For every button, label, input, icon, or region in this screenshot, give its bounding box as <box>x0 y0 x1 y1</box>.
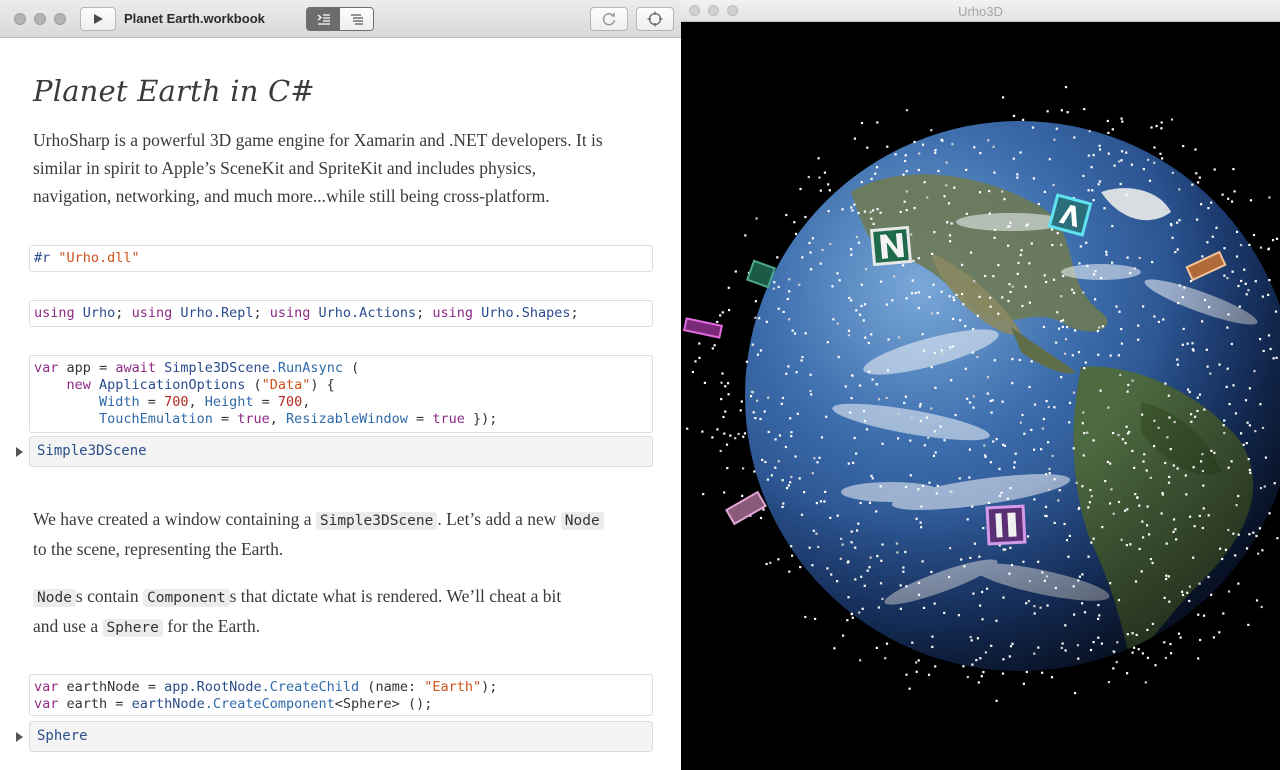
letter-block-n <box>869 225 913 267</box>
window-title: Urho3D <box>958 4 1003 19</box>
earth-globe <box>745 121 1280 671</box>
workbook-document: Planet Earth in C# UrhoSharp is a powerf… <box>0 38 681 770</box>
body-paragraph: We have created a window containing a Si… <box>33 505 653 563</box>
zoom-window-button[interactable] <box>54 13 66 25</box>
close-window-button[interactable] <box>14 13 26 25</box>
outline-view-icon <box>317 14 330 25</box>
inspect-button[interactable] <box>636 7 674 31</box>
outline-view-button[interactable] <box>307 8 340 30</box>
run-button[interactable] <box>80 7 116 31</box>
letter-block-purple <box>985 504 1027 546</box>
inline-code: Sphere <box>102 619 163 637</box>
expand-result-arrow[interactable] <box>16 732 23 742</box>
letter-block-cyan <box>1047 193 1093 237</box>
inline-code: Node <box>33 589 76 607</box>
body-paragraph: Node s contain Component s that dictate wh… <box>33 586 562 637</box>
list-view-icon <box>350 14 363 25</box>
refresh-icon <box>602 12 616 26</box>
result-cell-scene[interactable]: Simple3DScene <box>29 436 653 467</box>
intro-line: similar in spirit to Apple’s SceneKit an… <box>33 158 537 178</box>
view-mode-toggle[interactable] <box>306 7 374 31</box>
refresh-button[interactable] <box>590 7 628 31</box>
code-cell-scene[interactable]: var app = await Simple3DScene.RunAsync (… <box>29 355 653 433</box>
inline-code: Node <box>560 512 604 530</box>
target-icon <box>647 11 663 27</box>
workbook-window: Planet Earth.workbook Planet Earth in C#… <box>0 0 681 770</box>
workbook-titlebar: Planet Earth.workbook <box>0 0 681 38</box>
inline-code: Simple3DScene <box>315 512 438 530</box>
urho3d-window: Urho3D <box>681 0 1280 770</box>
code-cell-usings[interactable]: using Urho; using Urho.Repl; using Urho.… <box>29 300 653 327</box>
minimize-window-button[interactable] <box>34 13 46 25</box>
inline-code: Component <box>143 589 230 607</box>
window-title: Planet Earth.workbook <box>124 11 265 26</box>
result-cell-earth[interactable]: Sphere <box>29 721 653 752</box>
code-cell-earth[interactable]: var earthNode = app.RootNode.CreateChild… <box>29 674 653 716</box>
expand-result-arrow[interactable] <box>16 447 23 457</box>
page-title: Planet Earth in C# <box>33 74 315 108</box>
3d-scene-viewport[interactable] <box>681 22 1280 770</box>
intro-line: navigation, networking, and much more...… <box>33 186 550 206</box>
intro-line: UrhoSharp is a powerful 3D game engine f… <box>33 130 603 150</box>
list-view-button[interactable] <box>340 8 373 30</box>
letter-block-pink <box>725 490 767 526</box>
intro-paragraph: UrhoSharp is a powerful 3D game engine f… <box>33 126 653 210</box>
code-cell-reference[interactable]: #r "Urho.dll" <box>29 245 653 272</box>
urho3d-titlebar: Urho3D <box>681 0 1280 22</box>
play-icon <box>94 14 103 24</box>
